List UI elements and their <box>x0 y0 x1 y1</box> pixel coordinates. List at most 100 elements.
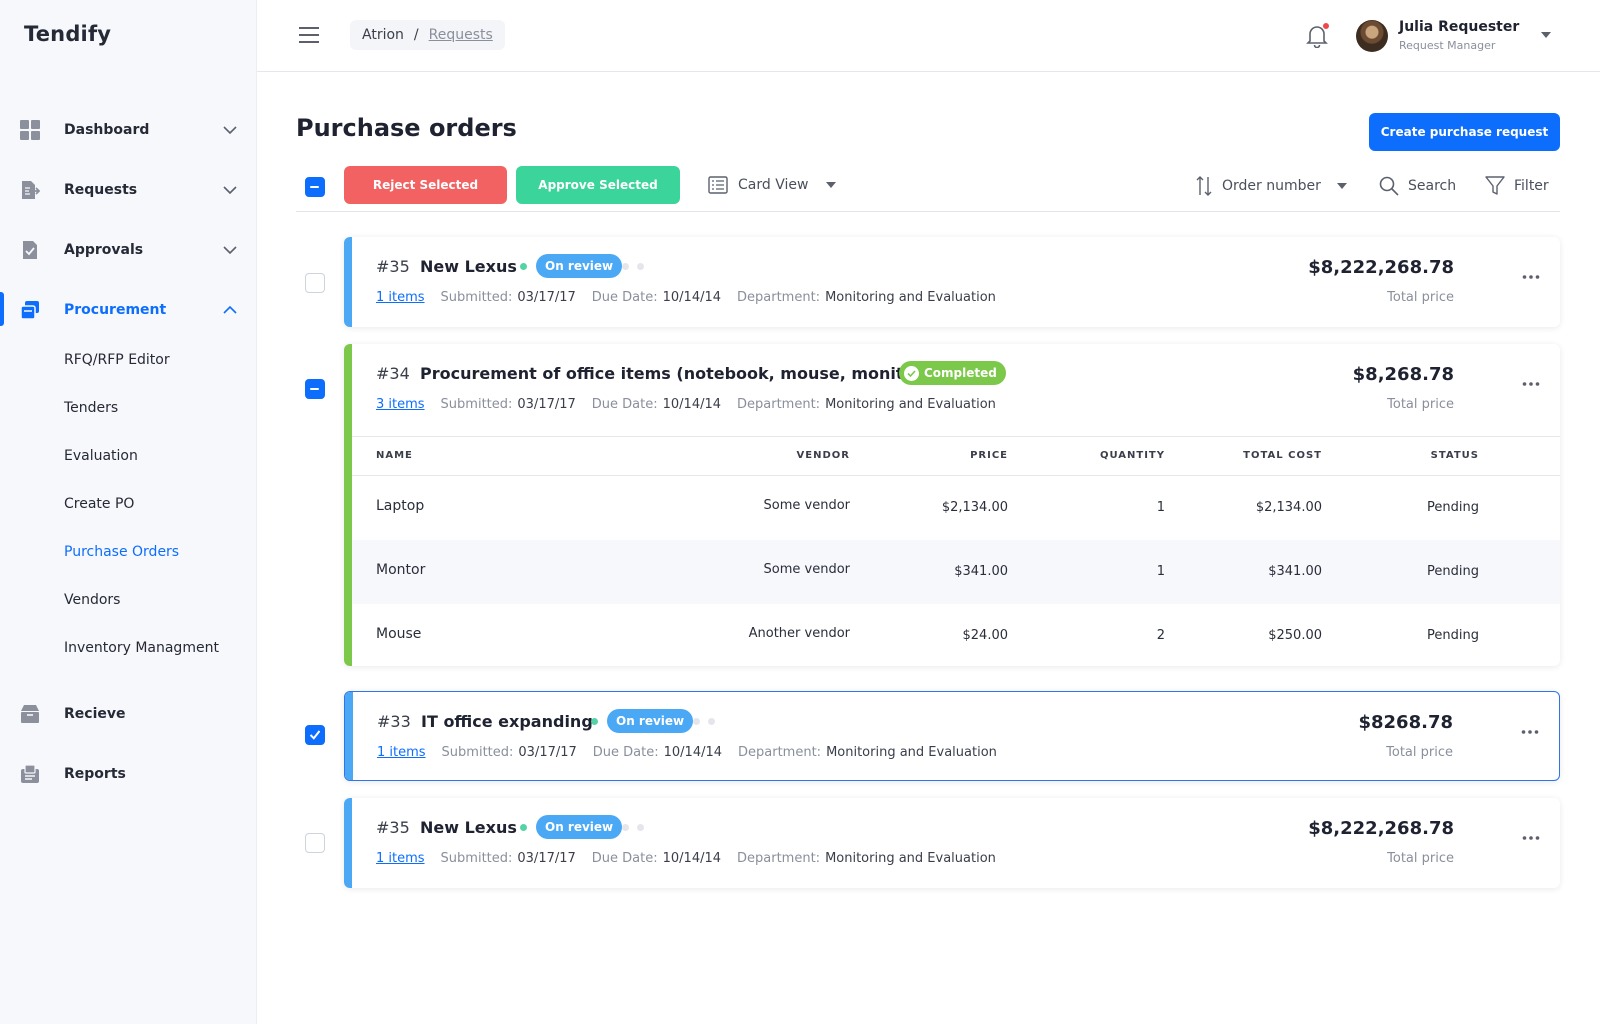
user-name[interactable]: Julia Requester <box>1399 19 1519 35</box>
caret-down-icon <box>826 182 837 188</box>
sidebar-item-reports[interactable]: Reports <box>0 754 257 794</box>
items-link[interactable]: 1 items <box>376 851 425 866</box>
search-button[interactable]: Search <box>1379 176 1456 196</box>
sidebar: Tendify Dashboard Requests Approvals Pro… <box>0 0 257 1024</box>
sort-icon <box>1196 176 1212 196</box>
page-title: Purchase orders <box>296 114 517 142</box>
due-label: Due Date: <box>592 745 659 760</box>
view-selector[interactable]: Card View <box>708 176 837 194</box>
order-card[interactable]: #33 IT office expanding On review 1 item… <box>344 691 1560 781</box>
order-number: #35 <box>376 818 410 837</box>
sidebar-subitem-purchase-orders[interactable]: Purchase Orders <box>64 544 179 560</box>
order-checkbox[interactable] <box>305 273 325 293</box>
order-card[interactable]: #35 New Lexus On review 1 items Submitte… <box>344 237 1560 327</box>
chevron-down-icon[interactable] <box>222 182 238 198</box>
more-options-icon[interactable] <box>1522 381 1540 387</box>
chevron-up-icon[interactable] <box>222 302 238 318</box>
sidebar-item-dashboard[interactable]: Dashboard <box>0 110 257 150</box>
breadcrumb-root[interactable]: Atrion <box>362 27 404 43</box>
department-label: Department: <box>737 851 821 866</box>
filter-button[interactable]: Filter <box>1485 176 1549 196</box>
order-number: #35 <box>376 257 410 276</box>
order-meta: 1 items Submitted: 03/17/17 Due Date: 10/1… <box>377 745 1013 760</box>
order-items-table: NAME VENDOR PRICE QUANTITY TOTAL COST ST… <box>352 436 1560 666</box>
sidebar-item-label: Dashboard <box>64 122 150 138</box>
table-row[interactable]: Montor Some vendor $341.00 1 $341.00 Pen… <box>352 540 1560 604</box>
items-link[interactable]: 1 items <box>377 745 426 760</box>
table-row[interactable]: Laptop Some vendor $2,134.00 1 $2,134.00… <box>352 476 1560 540</box>
order-checkbox-checked[interactable] <box>305 725 325 745</box>
check-icon <box>310 730 320 740</box>
status-dot <box>591 718 598 725</box>
order-card[interactable]: #35 New Lexus On review 1 items Submitte… <box>344 798 1560 888</box>
item-price: $2,134.00 <box>941 500 1008 515</box>
more-options-icon[interactable] <box>1522 835 1540 841</box>
box-icon <box>21 705 39 723</box>
column-header-name: NAME <box>376 450 413 461</box>
approve-selected-button[interactable]: Approve Selected <box>516 166 680 204</box>
reject-selected-button[interactable]: Reject Selected <box>344 166 507 204</box>
item-total-cost: $2,134.00 <box>1255 500 1322 515</box>
progress-dot <box>637 824 644 831</box>
chevron-down-icon[interactable] <box>222 122 238 138</box>
sidebar-item-label: Requests <box>64 182 138 198</box>
due-date: 10/14/14 <box>662 290 722 305</box>
order-card[interactable]: #34 Procurement of office items (noteboo… <box>344 344 1560 666</box>
order-title[interactable]: New Lexus <box>420 257 517 276</box>
order-checkbox[interactable] <box>305 833 325 853</box>
dashboard-icon <box>20 120 40 140</box>
progress-dot <box>637 263 644 270</box>
status-stripe <box>344 344 352 666</box>
sidebar-item-label: Approvals <box>64 242 144 258</box>
breadcrumb: Atrion / Requests <box>350 20 505 50</box>
submitted-date: 03/17/17 <box>517 851 576 866</box>
status-stripe <box>344 798 352 888</box>
menu-icon[interactable] <box>299 26 319 44</box>
item-total-cost: $250.00 <box>1268 628 1322 643</box>
item-vendor: Another vendor <box>748 626 850 641</box>
due-label: Due Date: <box>591 851 658 866</box>
items-link[interactable]: 1 items <box>376 290 425 305</box>
progress-dot <box>708 718 715 725</box>
requests-icon <box>22 181 40 199</box>
sidebar-item-recieve[interactable]: Recieve <box>0 694 257 734</box>
sidebar-item-procurement[interactable]: Procurement <box>0 290 257 330</box>
total-price: $8,222,268.78 <box>1308 818 1454 839</box>
order-title[interactable]: Procurement of office items (notebook, m… <box>420 364 930 383</box>
order-title[interactable]: IT office expanding <box>421 712 593 731</box>
breadcrumb-current[interactable]: Requests <box>429 27 493 43</box>
sidebar-item-requests[interactable]: Requests <box>0 170 257 210</box>
more-options-icon[interactable] <box>1521 729 1539 735</box>
item-name: Mouse <box>376 626 422 642</box>
sidebar-subitem-create-po[interactable]: Create PO <box>64 496 134 512</box>
submitted-date: 03/17/17 <box>517 397 576 412</box>
caret-down-icon[interactable] <box>1541 32 1551 38</box>
user-role: Request Manager <box>1399 39 1496 52</box>
item-status: Pending <box>1427 564 1479 579</box>
status-dot <box>520 824 527 831</box>
sidebar-subitem-evaluation[interactable]: Evaluation <box>64 448 138 464</box>
sidebar-subitem-vendors[interactable]: Vendors <box>64 592 120 608</box>
status-badge: On review <box>536 254 623 278</box>
sidebar-item-approvals[interactable]: Approvals <box>0 230 257 270</box>
notification-dot <box>1322 22 1330 30</box>
order-checkbox[interactable] <box>305 379 325 399</box>
progress-dot <box>622 263 629 270</box>
sidebar-subitem-tenders[interactable]: Tenders <box>64 400 118 416</box>
items-link[interactable]: 3 items <box>376 397 425 412</box>
sidebar-subitem-inventory[interactable]: Inventory Managment <box>64 640 219 656</box>
table-row[interactable]: Mouse Another vendor $24.00 2 $250.00 Pe… <box>352 604 1560 666</box>
sort-selector[interactable]: Order number <box>1196 176 1347 196</box>
more-options-icon[interactable] <box>1522 274 1540 280</box>
sidebar-subitem-rfq-editor[interactable]: RFQ/RFP Editor <box>64 352 170 368</box>
due-date: 10/14/14 <box>662 397 722 412</box>
avatar[interactable] <box>1356 20 1388 52</box>
create-purchase-request-button[interactable]: Create purchase request <box>1369 113 1560 151</box>
select-all-checkbox[interactable] <box>305 177 325 197</box>
item-quantity: 2 <box>1156 628 1165 643</box>
procurement-icon <box>20 301 39 320</box>
chevron-down-icon[interactable] <box>222 242 238 258</box>
order-title[interactable]: New Lexus <box>420 818 517 837</box>
status-badge: On review <box>607 709 694 733</box>
item-price: $24.00 <box>962 628 1009 643</box>
